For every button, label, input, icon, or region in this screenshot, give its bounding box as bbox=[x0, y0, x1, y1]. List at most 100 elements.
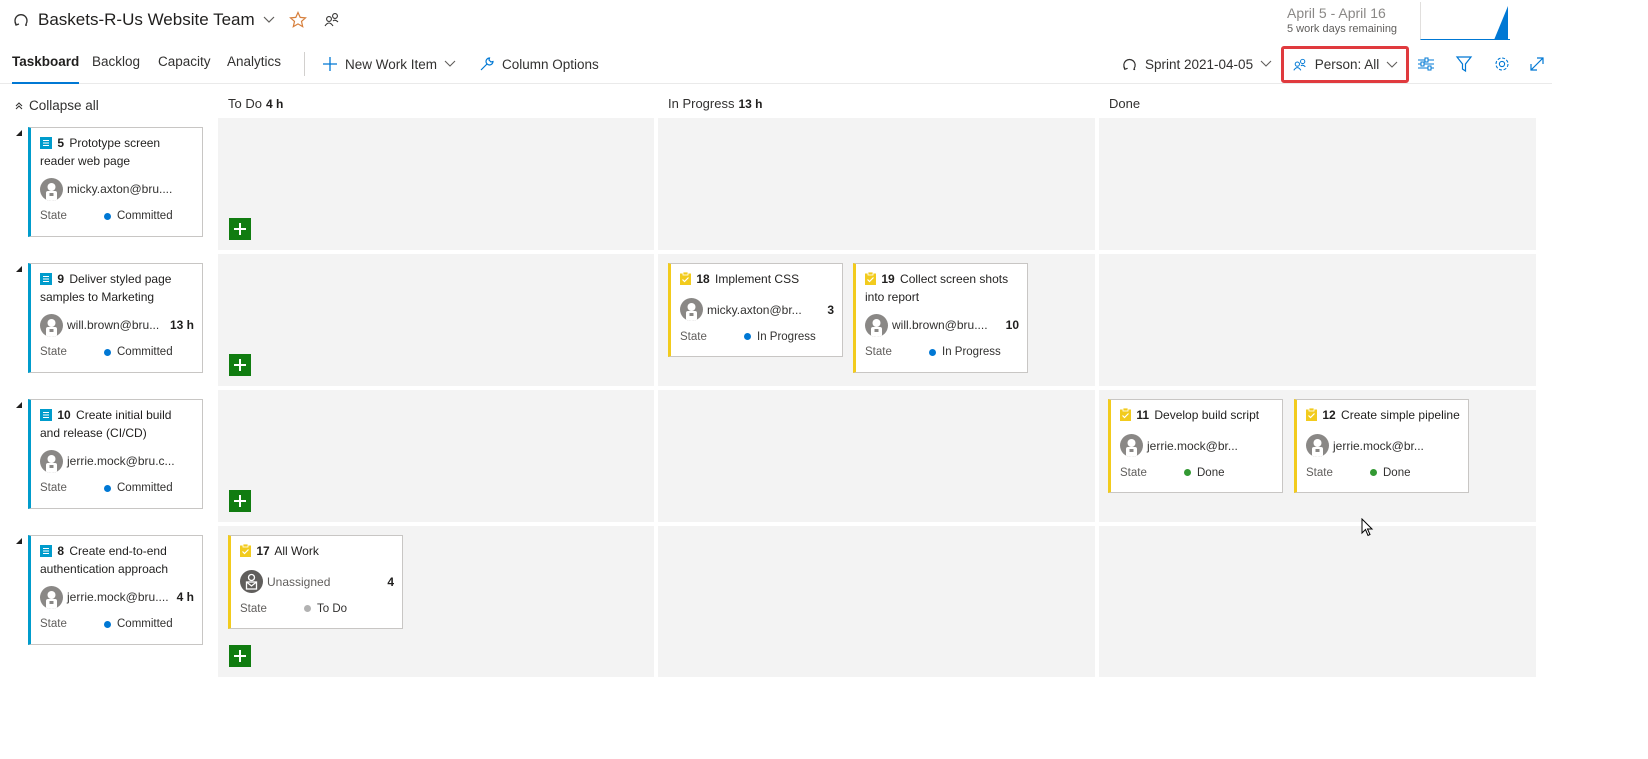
assigned-to[interactable]: jerrie.mock@bru.... 4 h bbox=[40, 585, 194, 609]
team-chevron-down-icon[interactable] bbox=[263, 16, 275, 24]
state-value[interactable]: Done bbox=[1184, 467, 1225, 479]
state-value[interactable]: Committed bbox=[104, 618, 173, 630]
assigned-to[interactable]: micky.axton@br... 3 bbox=[680, 298, 834, 322]
tab-capacity[interactable]: Capacity bbox=[158, 54, 211, 84]
assigned-to[interactable]: jerrie.mock@br... bbox=[1306, 434, 1460, 458]
sprint-summary: April 5 - April 16 5 work days remaining bbox=[1287, 4, 1412, 36]
row-collapse-toggle[interactable] bbox=[16, 538, 22, 544]
add-task-button[interactable] bbox=[229, 218, 251, 240]
work-item-id[interactable]: 11 bbox=[1136, 408, 1149, 422]
state-field: State Done bbox=[1306, 458, 1460, 488]
state-value[interactable]: Done bbox=[1370, 467, 1411, 479]
state-value[interactable]: To Do bbox=[304, 603, 347, 615]
sprint-cycle-icon bbox=[12, 11, 30, 29]
backlog-item-card[interactable]: 8 Create end-to-end authentication appro… bbox=[28, 535, 203, 645]
avatar-icon bbox=[1120, 434, 1143, 457]
row-collapse-toggle[interactable] bbox=[16, 130, 22, 136]
row-collapse-toggle[interactable] bbox=[16, 402, 22, 408]
assigned-to[interactable]: Unassigned 4 bbox=[240, 570, 394, 594]
sprint-selector[interactable]: Sprint 2021-04-05 bbox=[1121, 52, 1272, 76]
tab-analytics[interactable]: Analytics bbox=[227, 54, 281, 84]
person-filter-dropdown[interactable]: Person: All bbox=[1281, 46, 1409, 83]
column-options-button[interactable]: Column Options bbox=[479, 52, 599, 76]
settings-button[interactable] bbox=[1492, 54, 1514, 74]
avatar-icon bbox=[1306, 434, 1329, 457]
assigned-to[interactable]: jerrie.mock@br... bbox=[1120, 434, 1274, 458]
remaining-hours[interactable]: 4 bbox=[387, 575, 394, 589]
state-value[interactable]: Committed bbox=[104, 482, 173, 494]
backlog-item-card[interactable]: 9 Deliver styled page samples to Marketi… bbox=[28, 263, 203, 373]
plus-icon bbox=[322, 56, 338, 72]
add-task-button[interactable] bbox=[229, 354, 251, 376]
remaining-hours: 13 h bbox=[169, 318, 194, 332]
product-backlog-item-icon bbox=[40, 545, 52, 562]
cell-row1-todo bbox=[218, 118, 654, 250]
state-field: State Committed bbox=[40, 337, 194, 367]
collapse-all-button[interactable]: Collapse all bbox=[14, 98, 99, 113]
chevron-down-icon bbox=[1260, 60, 1272, 68]
task-card[interactable]: 17 All Work Unassigned 4 State To Do bbox=[228, 535, 403, 629]
state-field: State To Do bbox=[240, 594, 394, 624]
burndown-area bbox=[1494, 6, 1508, 40]
backlog-item-card[interactable]: 10 Create initial build and release (CI/… bbox=[28, 399, 203, 509]
state-value[interactable]: In Progress bbox=[744, 331, 816, 343]
assigned-to[interactable]: jerrie.mock@bru.c... bbox=[40, 449, 194, 473]
remaining-hours[interactable]: 10 bbox=[1006, 318, 1019, 332]
state-dot-icon bbox=[104, 348, 111, 356]
assignee-name: micky.axton@br... bbox=[707, 302, 802, 317]
add-task-button[interactable] bbox=[229, 645, 251, 667]
state-text: Committed bbox=[117, 210, 173, 222]
state-dot-icon bbox=[744, 333, 751, 340]
work-item-id[interactable]: 10 bbox=[57, 408, 70, 422]
column-name: In Progress bbox=[668, 96, 735, 111]
task-card[interactable]: 11 Develop build script jerrie.mock@br..… bbox=[1108, 399, 1283, 493]
filter-icon bbox=[1455, 56, 1473, 73]
view-options-button[interactable] bbox=[1416, 54, 1438, 74]
burndown-chart[interactable] bbox=[1420, 2, 1510, 40]
task-clipboard-icon bbox=[865, 271, 876, 290]
work-item-id[interactable]: 9 bbox=[57, 272, 64, 286]
assigned-to[interactable]: will.brown@bru... 13 h bbox=[40, 313, 194, 337]
task-card[interactable]: 12 Create simple pipeline jerrie.mock@br… bbox=[1294, 399, 1469, 493]
task-card[interactable]: 19 Collect screen shots into report will… bbox=[853, 263, 1028, 373]
people-icon bbox=[1292, 57, 1308, 73]
work-item-id[interactable]: 18 bbox=[696, 272, 709, 286]
assignee-name: Unassigned bbox=[267, 574, 331, 589]
sprint-cycle-icon bbox=[1121, 56, 1138, 73]
assigned-to[interactable]: will.brown@bru.... 10 bbox=[865, 313, 1019, 337]
remaining-hours[interactable]: 3 bbox=[827, 303, 834, 317]
backlog-item-card[interactable]: 5 Prototype screen reader web page micky… bbox=[28, 127, 203, 237]
work-item-id[interactable]: 8 bbox=[57, 544, 64, 558]
new-work-item-button[interactable]: New Work Item bbox=[322, 52, 456, 76]
team-members-icon[interactable] bbox=[323, 11, 341, 29]
work-item-id[interactable]: 5 bbox=[57, 136, 64, 150]
work-item-title[interactable]: All Work bbox=[274, 544, 318, 558]
state-value[interactable]: Committed bbox=[104, 346, 173, 358]
work-item-title[interactable]: Implement CSS bbox=[715, 272, 799, 286]
work-item-id[interactable]: 19 bbox=[881, 272, 894, 286]
row-collapse-toggle[interactable] bbox=[16, 266, 22, 272]
task-clipboard-icon bbox=[1120, 407, 1131, 426]
card-title: 12 Create simple pipeline bbox=[1306, 407, 1460, 426]
cell-row2-done bbox=[1099, 254, 1536, 386]
tab-taskboard[interactable]: Taskboard bbox=[12, 54, 80, 84]
assigned-to[interactable]: micky.axton@bru.... bbox=[40, 177, 194, 201]
product-backlog-item-icon bbox=[40, 273, 52, 290]
tab-backlog[interactable]: Backlog bbox=[92, 54, 140, 84]
work-item-id[interactable]: 17 bbox=[256, 544, 269, 558]
work-item-id[interactable]: 12 bbox=[1322, 408, 1335, 422]
column-header-in-progress: In Progress 13 h bbox=[668, 96, 763, 111]
state-dot-icon bbox=[304, 605, 311, 612]
favorite-star-icon[interactable] bbox=[288, 11, 307, 29]
days-remaining: 5 work days remaining bbox=[1287, 23, 1398, 35]
work-item-title[interactable]: Develop build script bbox=[1154, 408, 1259, 422]
work-item-title[interactable]: Create simple pipeline bbox=[1341, 408, 1460, 422]
fullscreen-button[interactable] bbox=[1527, 54, 1549, 74]
team-name[interactable]: Baskets-R-Us Website Team bbox=[38, 10, 255, 30]
filter-button[interactable] bbox=[1454, 54, 1476, 74]
card-title: 10 Create initial build and release (CI/… bbox=[40, 408, 194, 441]
task-card[interactable]: 18 Implement CSS micky.axton@br... 3 Sta… bbox=[668, 263, 843, 357]
state-value[interactable]: Committed bbox=[104, 210, 173, 222]
state-value[interactable]: In Progress bbox=[929, 346, 1001, 358]
add-task-button[interactable] bbox=[229, 490, 251, 512]
